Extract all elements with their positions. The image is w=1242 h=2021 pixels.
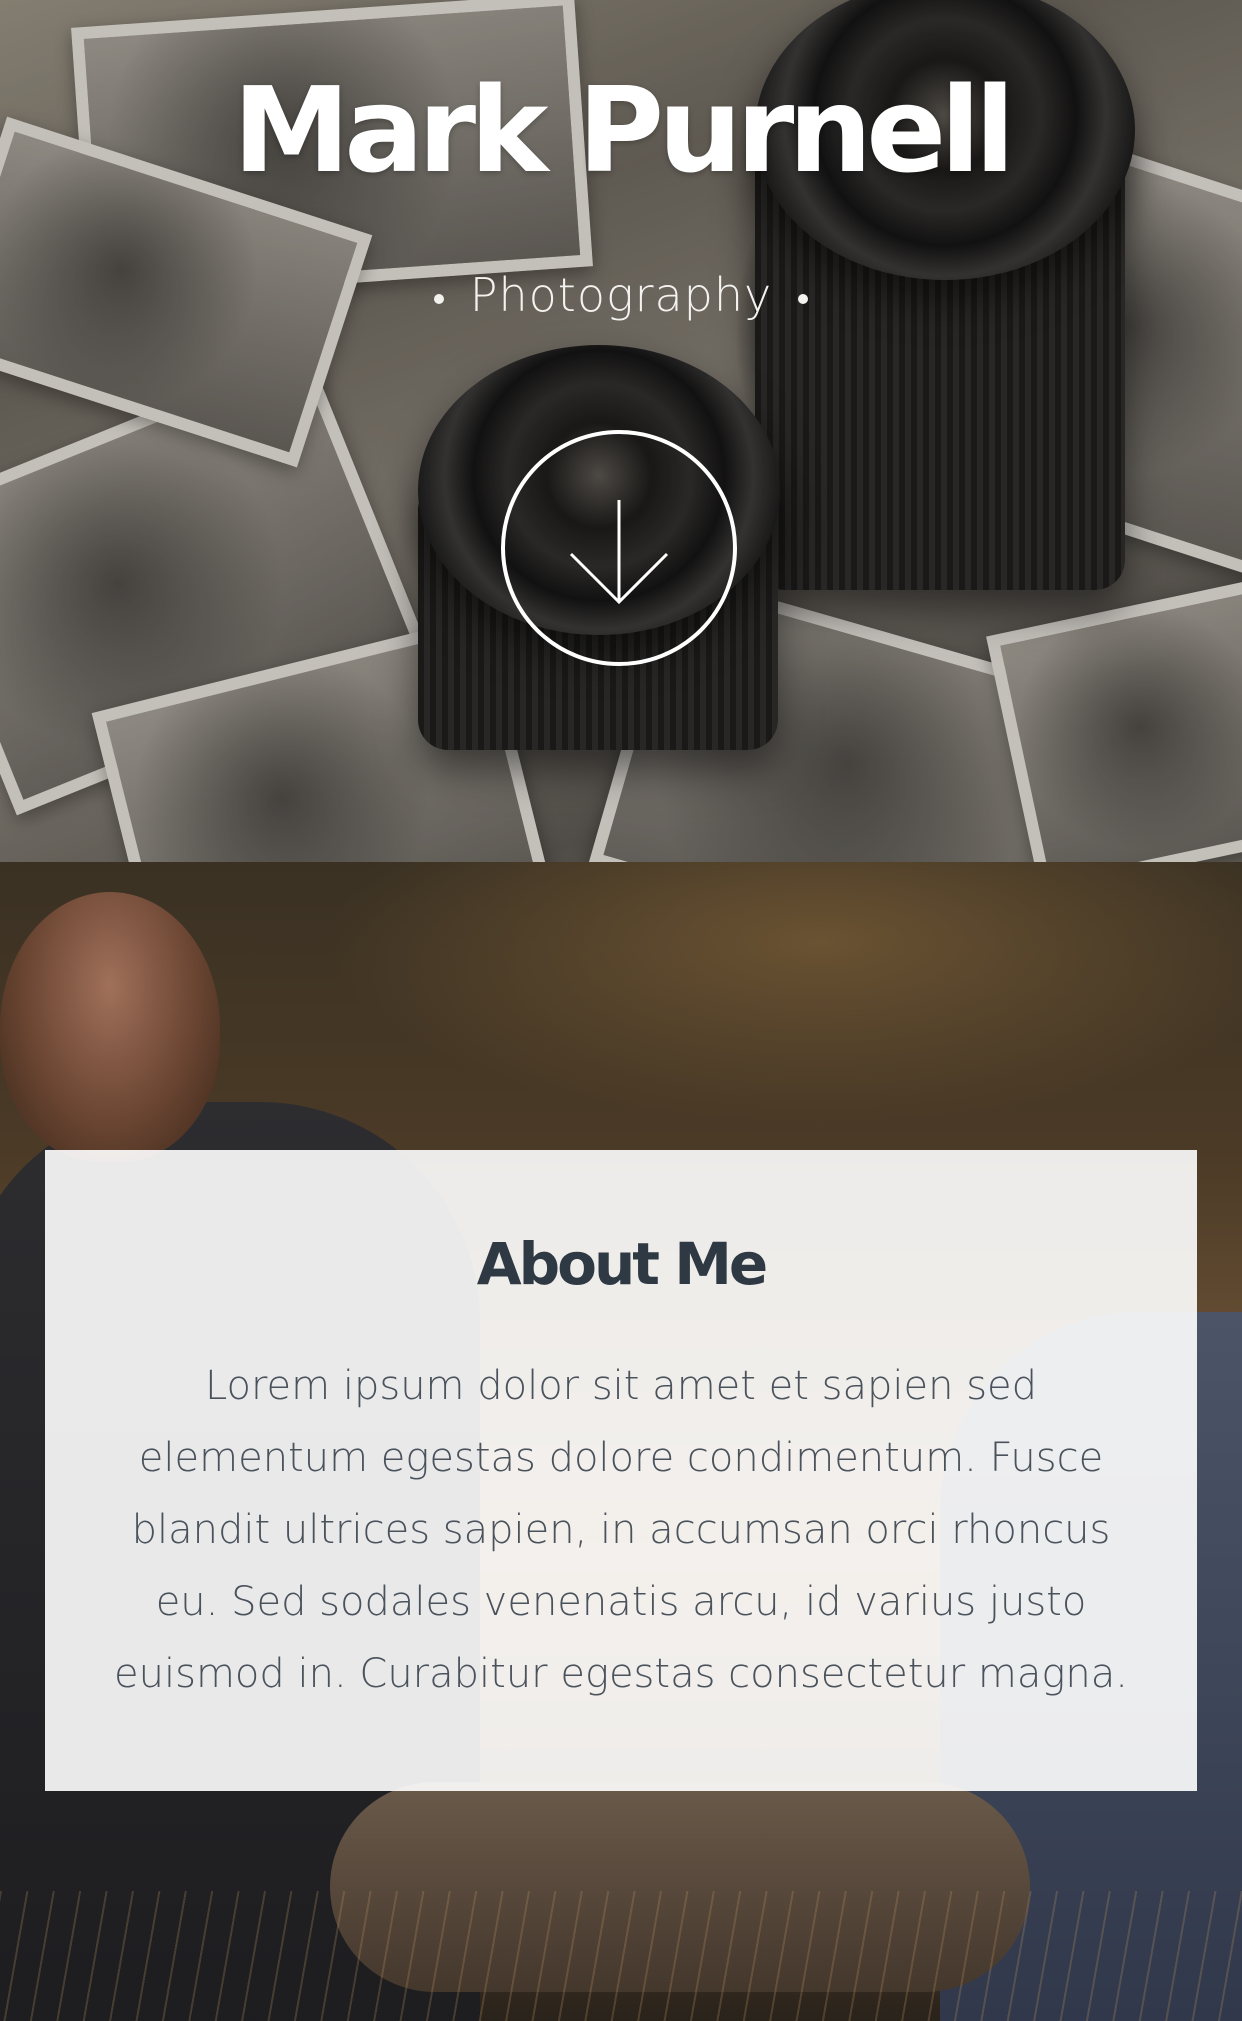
about-card: About Me Lorem ipsum dolor sit amet et s… [45,1150,1197,1791]
arrow-down-icon [569,500,669,605]
bullet-dot [798,293,809,304]
site-subtitle: Photography [0,268,1242,322]
subtitle-text: Photography [469,268,773,322]
site-title: Mark Purnell [232,61,1015,199]
scroll-down-button[interactable] [501,430,737,666]
hero-section: Mark Purnell Photography [0,0,1242,862]
bullet-dot [433,293,444,304]
about-text: Lorem ipsum dolor sit amet et sapien sed… [114,1362,1128,1697]
about-heading: About Me [476,1230,769,1298]
